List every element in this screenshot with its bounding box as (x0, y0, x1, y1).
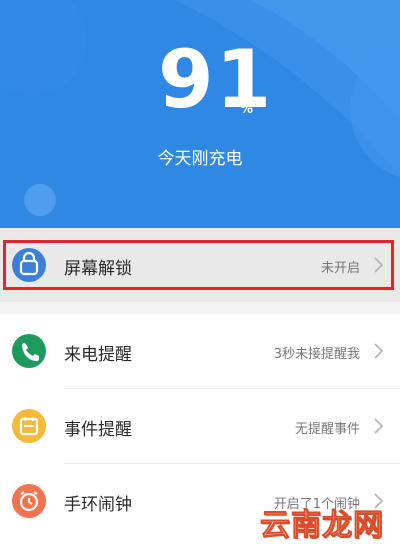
list-item-value: 3秒未接提醒我 (273, 347, 360, 362)
site-watermark: 云南龙网 (260, 508, 384, 544)
alarm-clock-icon (12, 484, 46, 518)
list-item-label: 手环闹钟 (64, 495, 132, 515)
list-item-label: 来电提醒 (64, 345, 132, 365)
calendar-icon (12, 409, 46, 443)
list-item-event-reminder[interactable]: 事件提醒 无提醒事件 (0, 389, 400, 463)
list-item-value: 无提醒事件 (294, 422, 360, 437)
section-gap (0, 302, 400, 314)
phone-icon (12, 334, 46, 368)
battery-header: 91 % 今天刚充电 (0, 0, 400, 228)
highlight-frame (3, 240, 394, 290)
battery-unit: % (240, 102, 254, 117)
battery-level: 91 (158, 33, 274, 126)
battery-status: 今天刚充电 (157, 149, 243, 169)
list-item-incoming-call-alert[interactable]: 来电提醒 3秒未接提醒我 (0, 314, 400, 388)
chevron-right-icon (374, 418, 384, 434)
list-item-screen-unlock[interactable]: 屏幕解锁 未开启 (0, 228, 400, 302)
chevron-right-icon (374, 343, 384, 359)
list-item-label: 事件提醒 (64, 420, 132, 440)
